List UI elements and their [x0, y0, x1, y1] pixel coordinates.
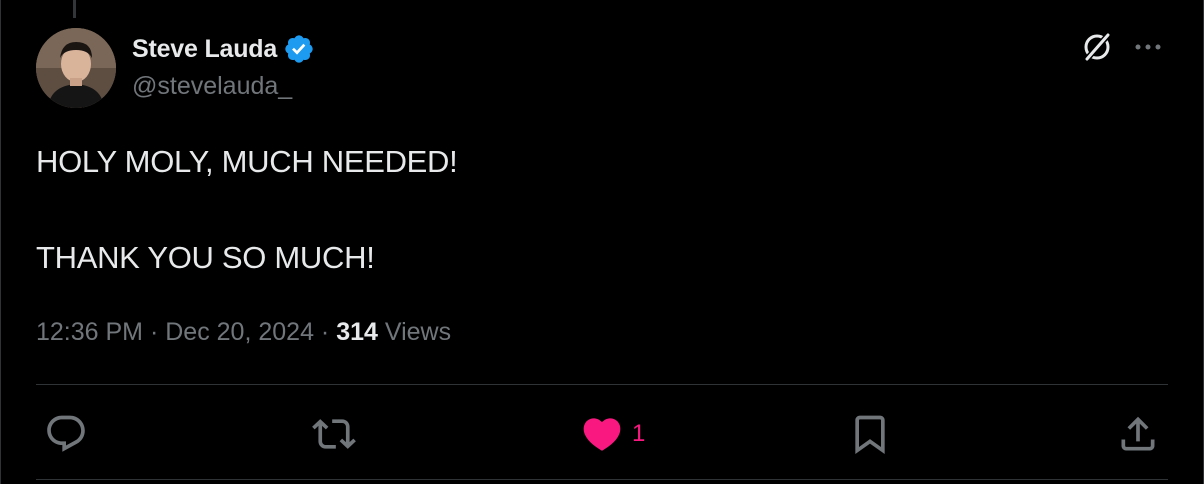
tweet-meta: 12:36 PM · Dec 20, 2024 · 314 Views [36, 313, 451, 351]
verified-badge-icon[interactable] [283, 33, 315, 65]
tweet-time[interactable]: 12:36 PM [36, 318, 143, 346]
tweet-text: HOLY MOLY, MUCH NEEDED! THANK YOU SO MUC… [36, 144, 458, 276]
retweet-icon [312, 412, 356, 456]
grok-icon[interactable] [1080, 30, 1114, 64]
reply-button[interactable] [44, 412, 88, 456]
share-icon [1116, 412, 1160, 456]
divider [36, 384, 1168, 385]
thread-connector-line [73, 0, 76, 18]
card-border-left [0, 0, 1, 484]
author-handle[interactable]: @stevelauda_ [132, 72, 292, 101]
retweet-button[interactable] [312, 412, 356, 456]
divider [36, 479, 1168, 480]
heart-filled-icon [580, 412, 624, 456]
like-button[interactable]: 1 [580, 412, 645, 456]
share-button[interactable] [1116, 412, 1160, 456]
meta-separator: · [149, 318, 166, 346]
views-count: 314 [336, 318, 378, 346]
avatar[interactable] [36, 28, 116, 108]
author-display-name[interactable]: Steve Lauda [132, 35, 277, 64]
like-count: 1 [632, 420, 646, 447]
reply-icon [44, 412, 88, 456]
tweet-date[interactable]: Dec 20, 2024 [165, 318, 314, 346]
tweet-text-line: HOLY MOLY, MUCH NEEDED! [36, 144, 458, 179]
views-label: Views [384, 318, 452, 346]
bookmark-button[interactable] [848, 412, 892, 456]
more-options-icon[interactable] [1130, 30, 1166, 64]
tweet-text-line: THANK YOU SO MUCH! [36, 240, 375, 275]
bookmark-icon [848, 412, 892, 456]
author-name-row: Steve Lauda [132, 32, 315, 66]
meta-separator: · [320, 318, 337, 346]
